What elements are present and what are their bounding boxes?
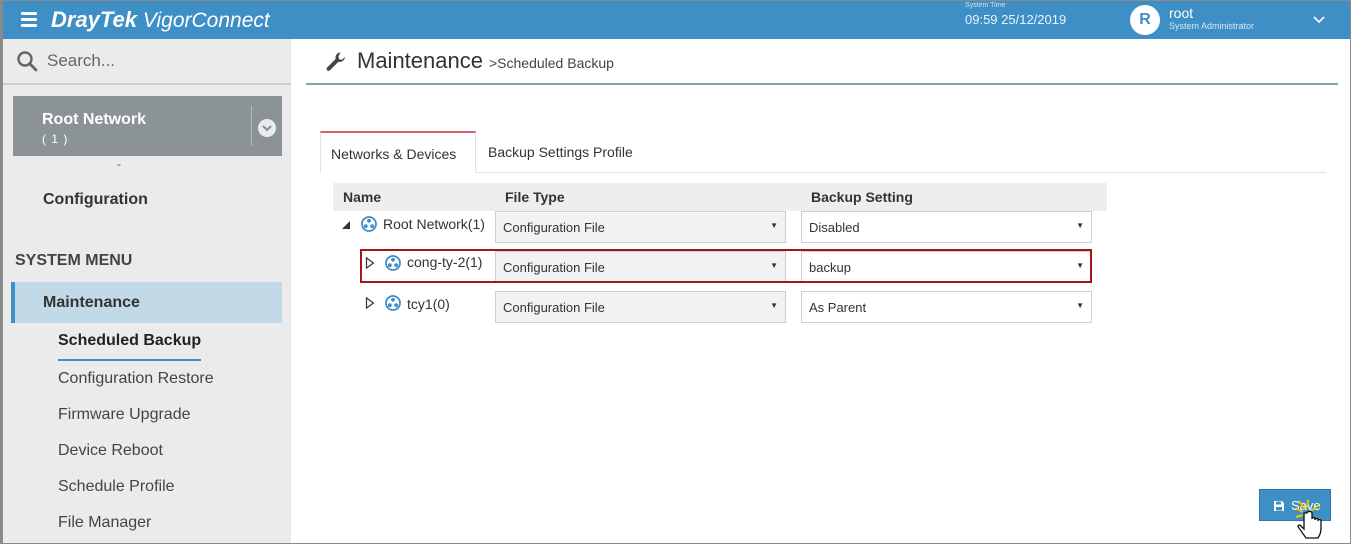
table-row: cong-ty-2(1) Configuration File ▼ backup… [333,249,1107,285]
page-title: Maintenance [357,48,483,73]
search-input[interactable] [47,47,277,75]
network-name: Root Network [42,111,146,128]
caret-down-icon: ▼ [1076,301,1084,310]
select-value: Disabled [809,220,860,235]
file-type-select[interactable]: Configuration File ▼ [495,211,786,243]
wrench-icon [326,52,345,71]
sidebar: Root Network ( 1 ) - Configuration SYSTE… [3,39,291,543]
brand-bold: DrayTek [51,7,138,32]
network-icon [361,216,377,232]
file-type-select[interactable]: Configuration File ▼ [495,291,786,323]
user-name[interactable]: root [1169,5,1193,21]
search-icon [17,51,38,72]
breadcrumb: >Scheduled Backup [489,55,614,71]
sidebar-item-file-manager[interactable]: File Manager [58,514,151,532]
table-row: Root Network(1) Configuration File ▼ Dis… [333,211,1107,245]
search-bar [3,39,291,85]
tab-networks-devices[interactable]: Networks & Devices [320,131,476,173]
system-menu-heading: SYSTEM MENU [15,252,133,269]
brand-product: VigorConnect [142,9,270,32]
system-time-label: System Time [965,2,1006,9]
network-icon [385,295,401,311]
row-name[interactable]: tcy1(0) [407,296,450,312]
backup-setting-select[interactable]: Disabled ▼ [801,211,1092,243]
row-highlight-box [360,249,1092,283]
sidebar-item-schedule-profile[interactable]: Schedule Profile [58,478,175,496]
top-bar: DrayTek VigorConnect System Time 09:59 2… [3,1,1350,39]
network-count: ( 1 ) [42,132,69,146]
chevron-down-icon[interactable] [1311,11,1327,27]
chevron-down-icon[interactable] [257,118,277,138]
column-header-file-type: File Type [505,189,565,205]
avatar[interactable]: R [1130,5,1160,35]
expand-triangle-icon[interactable] [365,297,375,309]
menu-icon[interactable] [21,12,37,27]
tab-backup-settings-profile[interactable]: Backup Settings Profile [488,131,658,173]
caret-down-icon: ▼ [770,221,778,230]
sidebar-item-configuration[interactable]: Configuration [43,191,148,209]
brand-logo: DrayTek VigorConnect [51,7,270,33]
select-value: Configuration File [503,300,605,315]
sidebar-item-scheduled-backup[interactable]: Scheduled Backup [58,332,201,350]
column-header-name: Name [343,189,382,205]
select-value: Configuration File [503,220,605,235]
tab-bar: Networks & Devices Backup Settings Profi… [320,131,1326,173]
network-selector[interactable]: Root Network ( 1 ) [13,96,282,156]
page-header: Maintenance >Scheduled Backup [306,39,1338,85]
select-value: As Parent [809,300,867,315]
divider [251,106,252,146]
row-name[interactable]: Root Network(1) [383,216,485,232]
sidebar-item-firmware-upgrade[interactable]: Firmware Upgrade [58,406,190,424]
sidebar-item-device-reboot[interactable]: Device Reboot [58,442,163,460]
app-frame: DrayTek VigorConnect System Time 09:59 2… [0,0,1351,544]
collapse-triangle-icon[interactable] [341,219,351,231]
table-row: tcy1(0) Configuration File ▼ As Parent ▼ [333,291,1107,325]
backup-setting-select[interactable]: As Parent ▼ [801,291,1092,323]
main-content: Maintenance >Scheduled Backup Networks &… [291,39,1350,543]
separator-dash: - [117,157,121,171]
floppy-disk-icon [1274,501,1284,511]
column-header-backup-setting: Backup Setting [811,189,913,205]
hand-cursor-icon [1294,499,1322,539]
user-role: System Administrator [1169,21,1255,31]
caret-down-icon: ▼ [1076,221,1084,230]
sidebar-item-maintenance[interactable]: Maintenance [11,282,282,323]
sidebar-item-label: Maintenance [43,294,140,311]
tab-label: Backup Settings Profile [488,144,633,160]
sidebar-item-configuration-restore[interactable]: Configuration Restore [58,370,214,388]
caret-down-icon: ▼ [770,301,778,310]
system-time: 09:59 25/12/2019 [965,12,1067,27]
table-header: Name File Type Backup Setting [333,183,1107,211]
tab-label: Networks & Devices [331,146,457,162]
active-indicator [58,359,201,361]
